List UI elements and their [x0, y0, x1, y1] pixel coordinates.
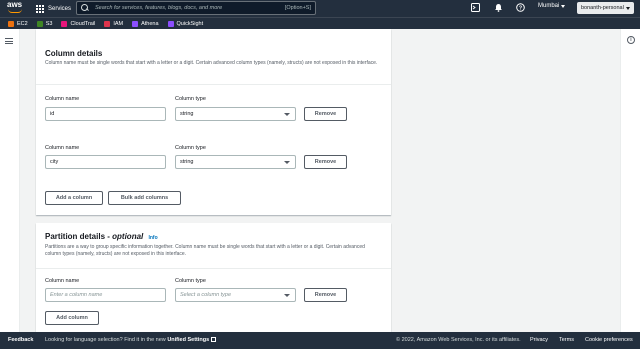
partition-column-name-label: Column name	[45, 278, 80, 284]
cloudshell-icon[interactable]	[470, 3, 480, 13]
terms-link[interactable]: Terms	[559, 337, 574, 343]
aws-logo[interactable]: aws	[7, 1, 27, 15]
column-details-description: Column name must be single words that st…	[45, 60, 378, 66]
top-navigation: aws Services Search for services, featur…	[0, 0, 640, 17]
info-link[interactable]: Info	[148, 235, 157, 241]
quicksight-icon	[167, 20, 174, 27]
partition-column-name-input[interactable]: Enter a column name	[45, 288, 166, 302]
feedback-link[interactable]: Feedback	[8, 337, 33, 343]
services-menu-button[interactable]: Services	[36, 2, 71, 15]
favorite-label: CloudTrail	[70, 20, 96, 27]
column-type-value: string	[180, 111, 194, 117]
region-selector[interactable]: Mumbai	[538, 3, 566, 9]
aws-logo-text: aws	[7, 0, 23, 9]
left-navigation-rail	[0, 29, 20, 332]
favorite-iam[interactable]: IAM	[104, 20, 124, 27]
search-icon	[81, 4, 89, 12]
caret-down-icon	[284, 113, 290, 116]
column-name-input[interactable]: id	[45, 107, 166, 121]
svg-text:?: ?	[518, 5, 521, 11]
athena-icon	[132, 20, 139, 27]
bell-icon[interactable]	[493, 3, 503, 13]
partition-remove-button[interactable]: Remove	[304, 288, 347, 302]
favorite-athena[interactable]: Athena	[132, 20, 159, 27]
search-input[interactable]: Search for services, features, blogs, do…	[76, 1, 316, 15]
cloudtrail-icon	[61, 20, 68, 27]
services-label: Services	[48, 5, 72, 12]
info-icon[interactable]: i	[627, 36, 635, 44]
account-menu[interactable]: bonanth-personal	[577, 2, 634, 14]
column-type-label: Column type	[175, 145, 206, 151]
language-text: Looking for language selection? Find it …	[45, 337, 217, 343]
bulk-add-columns-button[interactable]: Bulk add columns	[108, 191, 181, 205]
optional-label: optional	[112, 232, 144, 241]
favorite-label: S3	[45, 20, 53, 27]
column-type-select[interactable]: string	[175, 107, 296, 121]
column-type-value: string	[180, 159, 194, 165]
menu-icon[interactable]	[5, 38, 13, 44]
favorite-label: EC2	[17, 20, 28, 27]
remove-button[interactable]: Remove	[304, 107, 347, 121]
privacy-link[interactable]: Privacy	[530, 337, 548, 343]
region-label: Mumbai	[538, 3, 560, 9]
ec2-icon	[8, 20, 14, 27]
iam-icon	[104, 20, 111, 27]
column-type-label: Column type	[175, 96, 206, 102]
chevron-down-icon	[625, 6, 630, 10]
cookie-preferences-link[interactable]: Cookie preferences	[585, 337, 633, 343]
partition-column-type-placeholder: Select a column type	[180, 292, 232, 298]
column-details-panel: Column details Column name must be singl…	[36, 29, 391, 215]
favorite-label: Athena	[141, 20, 159, 27]
footer: Feedback Looking for language selection?…	[0, 332, 640, 349]
partition-column-type-label: Column type	[175, 278, 206, 284]
remove-button[interactable]: Remove	[304, 155, 347, 169]
partition-details-description: Partitions are a way to group specific i…	[45, 244, 365, 257]
partition-details-title: Partition details - optional Info	[45, 232, 158, 241]
help-icon[interactable]: ?	[515, 3, 525, 13]
language-text-body: Looking for language selection? Find it …	[45, 337, 166, 343]
column-name-label: Column name	[45, 96, 80, 102]
favorite-label: IAM	[113, 20, 124, 27]
chevron-down-icon	[561, 4, 566, 8]
favorite-quicksight[interactable]: QuickSight	[167, 20, 204, 27]
search-placeholder: Search for services, features, blogs, do…	[95, 5, 223, 11]
favorite-cloudtrail[interactable]: CloudTrail	[61, 20, 96, 27]
divider	[36, 84, 391, 85]
external-link-icon	[211, 337, 217, 342]
unified-settings-link[interactable]: Unified Settings	[167, 337, 209, 343]
divider	[36, 268, 391, 269]
favorites-bar: EC2 S3 CloudTrail IAM Athena QuickSight	[0, 17, 640, 29]
add-column-button[interactable]: Add a column	[45, 191, 103, 205]
search-shortcut: [Option+S]	[284, 5, 311, 11]
s3-icon	[36, 20, 43, 27]
column-type-select[interactable]: string	[175, 155, 296, 169]
column-details-title: Column details	[45, 49, 103, 58]
caret-down-icon	[284, 294, 290, 297]
partition-add-column-button[interactable]: Add column	[45, 311, 99, 325]
favorite-label: QuickSight	[176, 20, 204, 27]
partition-title-text: Partition details -	[45, 232, 110, 241]
caret-down-icon	[284, 161, 290, 164]
column-name-input[interactable]: city	[45, 155, 166, 169]
partition-details-panel: Partition details - optional Info Partit…	[36, 223, 391, 332]
partition-column-type-select[interactable]: Select a column type	[175, 288, 296, 302]
grid-icon	[36, 4, 44, 13]
right-tools-rail: i	[620, 29, 640, 332]
favorite-s3[interactable]: S3	[36, 20, 53, 27]
column-name-label: Column name	[45, 145, 80, 151]
account-label: bonanth-personal	[581, 5, 624, 11]
favorite-ec2[interactable]: EC2	[8, 20, 28, 27]
copyright-text: © 2022, Amazon Web Services, Inc. or its…	[396, 337, 521, 343]
